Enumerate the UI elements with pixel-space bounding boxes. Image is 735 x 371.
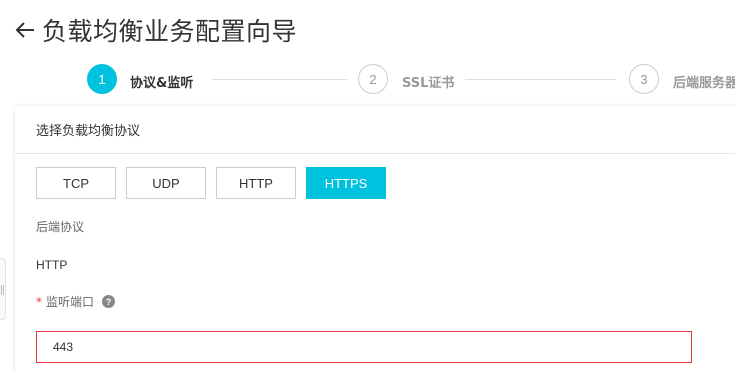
step-1-label: 协议&监听 xyxy=(130,76,194,91)
page-title: 负载均衡业务配置向导 xyxy=(42,17,298,46)
required-mark: * xyxy=(36,294,42,309)
protocol-button-https[interactable]: HTTPS xyxy=(306,167,386,199)
protocol-button-udp[interactable]: UDP xyxy=(126,167,206,199)
sidebar-collapse-handle[interactable] xyxy=(0,258,6,320)
grip-icon xyxy=(1,285,4,295)
wizard-steps: 1 协议&监听 2 SSL证书 3 后端服务器 xyxy=(0,60,735,100)
backend-protocol-label: 后端协议 xyxy=(36,220,85,234)
protocol-button-tcp[interactable]: TCP xyxy=(36,167,116,199)
step-2-label: SSL证书 xyxy=(402,76,455,91)
listen-port-input[interactable] xyxy=(36,331,692,363)
step-connector xyxy=(212,79,347,80)
listen-port-label-row: * 监听端口 ? xyxy=(36,293,116,310)
arrow-left-icon[interactable] xyxy=(12,17,38,43)
step-3-label: 后端服务器 xyxy=(673,76,735,91)
protocol-card: 选择负载均衡协议 TCP UDP HTTP HTTPS 后端协议 HTTP * … xyxy=(15,106,735,371)
step-1-circle: 1 xyxy=(87,64,117,94)
card-title: 选择负载均衡协议 xyxy=(15,106,735,154)
listen-port-label: 监听端口 xyxy=(46,295,95,309)
backend-protocol-value: HTTP xyxy=(36,258,68,272)
step-2-circle: 2 xyxy=(358,64,388,94)
wizard-page: 负载均衡业务配置向导 1 协议&监听 2 SSL证书 3 后端服务器 选择负载均… xyxy=(0,0,735,371)
page-header: 负载均衡业务配置向导 xyxy=(12,10,297,50)
step-3-circle: 3 xyxy=(629,64,659,94)
step-connector xyxy=(465,79,616,80)
question-circle-icon[interactable]: ? xyxy=(102,295,116,308)
protocol-selector: TCP UDP HTTP HTTPS xyxy=(36,167,396,199)
protocol-button-http[interactable]: HTTP xyxy=(216,167,296,199)
